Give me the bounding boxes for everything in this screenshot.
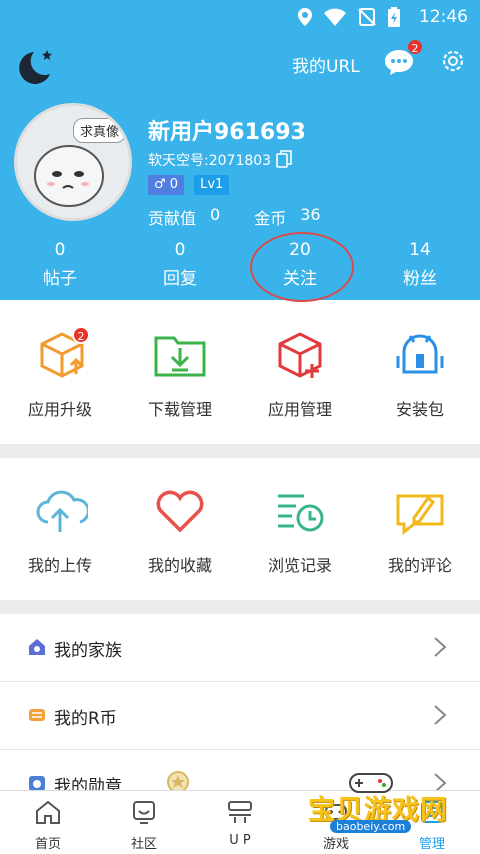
gender-badge: ♂ 0 [148,175,185,195]
stat-label: 帖子 [43,269,77,289]
up-icon [228,801,252,823]
chevron-right-icon [434,705,447,725]
my-url-link[interactable]: 我的URL [292,52,360,77]
grid-item-label: 浏览记录 [267,556,332,575]
avatar[interactable]: 求真像 [14,103,132,221]
grid-item-app-manager[interactable]: 应用管理 [240,328,360,420]
coin-stack-icon [29,709,45,721]
wifi-icon [324,8,346,26]
comment-edit-icon [396,494,444,536]
nav-label: 社区 [130,837,157,852]
status-bar: 12:46 [0,0,480,34]
user-activity-grid: 我的上传 我的收藏 浏览记录 我的评论 [0,484,480,576]
no-sim-icon [358,8,376,26]
settings-gear-icon[interactable] [440,48,466,74]
grid-item-app-upgrade[interactable]: 2 应用升级 [0,326,120,420]
grid-item-install-package[interactable]: 安装包 [360,328,480,420]
section-divider [0,600,480,614]
contribution-label: 贡献值 [148,209,197,228]
grid-item-my-comments[interactable]: 我的评论 [360,484,480,576]
user-id: 软天空号:2071803 [148,153,272,169]
grid-item-label: 安装包 [395,400,444,419]
community-icon [133,801,155,824]
heart-icon [156,490,204,533]
location-icon [298,8,312,26]
contribution-row: 贡献值 0 金币 36 [148,205,321,229]
stat-posts[interactable]: 0 帖子 [0,240,120,289]
nav-up[interactable]: U P [192,791,288,854]
chevron-right-icon [434,637,447,657]
contribution-value: 0 [210,205,221,224]
list-item-my-family[interactable]: 我的家族 [0,614,480,682]
android-package-icon [396,334,444,374]
message-badge: 2 [406,38,424,56]
section-divider [0,444,480,458]
top-bar: 我的URL 2 [0,38,480,84]
highlight-circle-annotation [250,232,354,302]
stat-fans[interactable]: 14 粉丝 [360,240,480,289]
list-item-my-rcoins[interactable]: 我的R币 [0,682,480,750]
list-item-label: 我的R币 [54,709,117,729]
box-add-icon [278,332,322,378]
battery-icon [388,7,400,27]
watermark-logo: 宝贝游戏网 baobeiy.com [308,773,480,844]
home-icon [36,800,60,824]
stat-label: 粉丝 [403,269,437,289]
stat-replies[interactable]: 0 回复 [120,240,240,289]
grid-item-label: 应用管理 [267,400,332,419]
grid-item-label: 我的评论 [387,556,452,575]
night-mode-icon[interactable] [14,46,56,88]
messages-button[interactable]: 2 [384,38,424,76]
stat-number: 0 [54,240,66,260]
stat-number: 14 [409,240,431,260]
copy-icon[interactable] [276,150,292,168]
nav-community[interactable]: 社区 [96,791,192,854]
grid-item-label: 我的收藏 [147,556,212,575]
username: 新用户961693 [148,120,306,145]
grid-item-download-manager[interactable]: 下载管理 [120,328,240,420]
nav-label: U P [229,833,251,848]
level-badge: Lv1 [194,175,230,195]
profile-header: 12:46 我的URL 2 求真像 新用户961693 软天空号:2071803… [0,0,480,302]
app-tools-grid: 2 应用升级 下载管理 应用管理 安装包 [0,326,480,420]
status-time: 12:46 [419,7,468,27]
watermark-url: baobeiy.com [330,820,412,833]
nav-label: 首页 [34,837,61,852]
history-list-icon [278,494,324,532]
upgrade-badge: 2 [72,326,90,344]
list-item-label: 我的家族 [54,641,122,661]
grid-item-my-uploads[interactable]: 我的上传 [0,484,120,576]
family-house-icon [29,639,45,655]
avatar-bubble: 求真像 [73,118,127,143]
gender-count: 0 [169,177,179,192]
folder-download-icon [154,336,206,377]
grid-item-label: 我的上传 [27,556,92,575]
nav-home[interactable]: 首页 [0,791,96,854]
grid-item-history[interactable]: 浏览记录 [240,484,360,576]
user-tags: ♂ 0 Lv1 [148,175,230,195]
stat-number: 0 [174,240,186,260]
stats-row: 0 帖子 0 回复 20 关注 14 粉丝 [0,240,480,289]
grid-item-my-favorites[interactable]: 我的收藏 [120,484,240,576]
coins-value: 36 [300,205,321,224]
male-icon: ♂ [154,177,166,192]
grid-item-label: 下载管理 [147,400,212,419]
coins-label: 金币 [254,209,287,228]
cloud-upload-icon [36,490,90,532]
status-icons [298,7,400,27]
grid-item-label: 应用升级 [27,400,92,419]
stat-label: 回复 [163,269,197,289]
